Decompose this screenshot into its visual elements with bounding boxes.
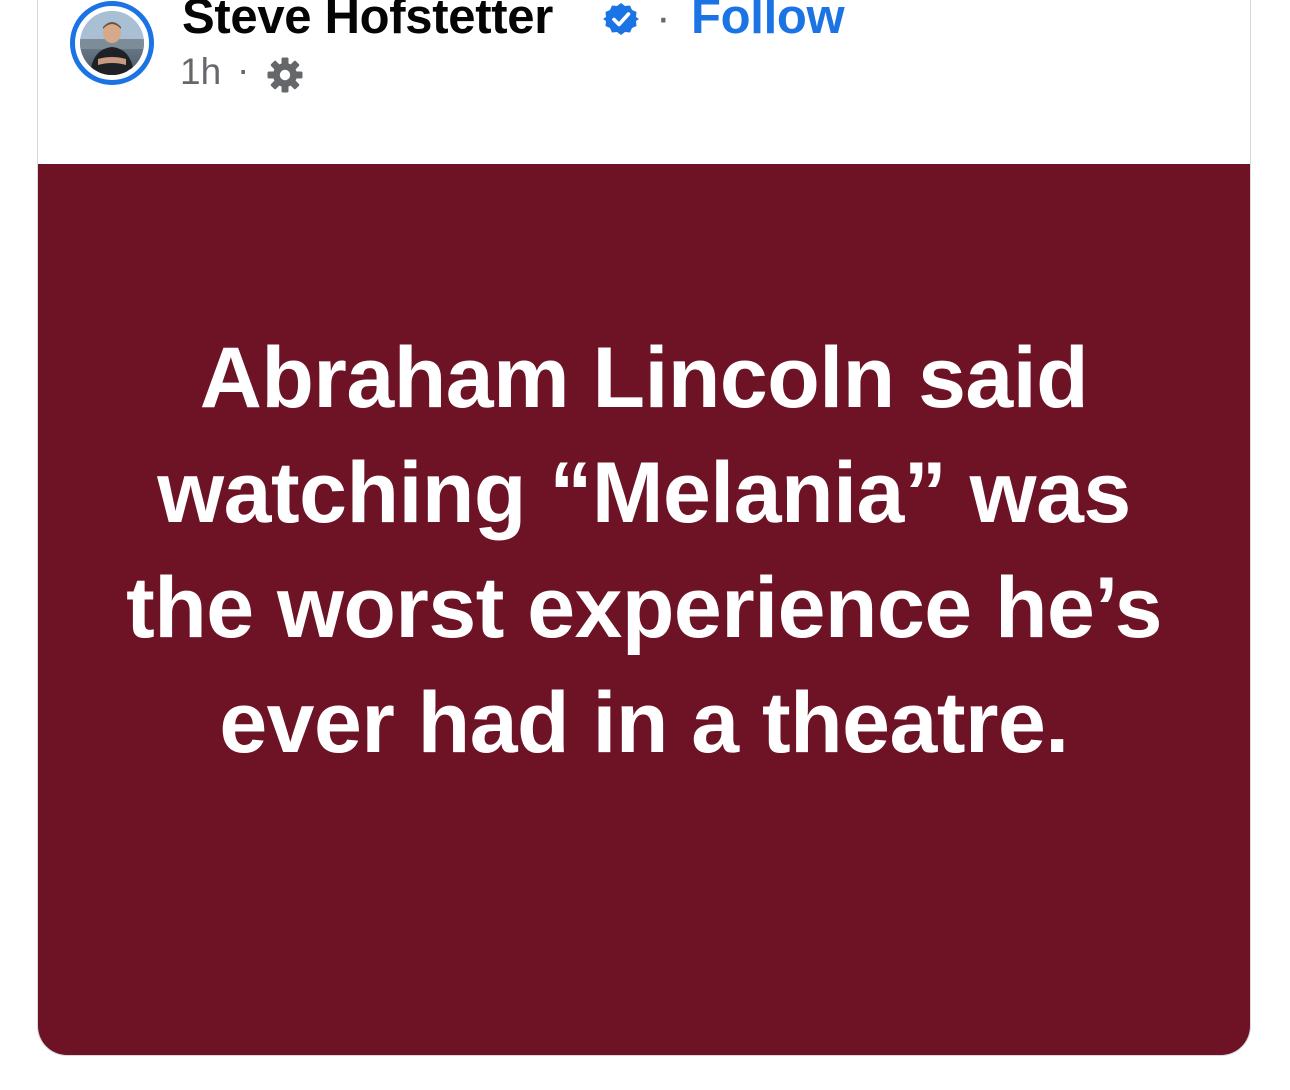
post-card: Steve Hofstetter · Follow 1h · Abraham L… (37, 0, 1251, 1056)
post-text: Abraham Lincoln said watching “Melania” … (126, 329, 1162, 771)
post-header: Steve Hofstetter · Follow 1h · (38, 0, 1250, 125)
avatar-photo (80, 11, 144, 75)
follow-button[interactable]: Follow (691, 0, 845, 45)
post-timestamp[interactable]: 1h (180, 51, 221, 93)
gear-icon[interactable] (266, 56, 304, 94)
post-content-background: Abraham Lincoln said watching “Melania” … (38, 164, 1250, 1055)
avatar[interactable] (80, 11, 144, 75)
separator-dot: · (656, 0, 671, 42)
meta-separator-dot: · (237, 49, 250, 90)
author-name[interactable]: Steve Hofstetter (182, 0, 553, 45)
avatar-ring[interactable] (70, 1, 154, 85)
verified-badge-icon (603, 3, 639, 35)
